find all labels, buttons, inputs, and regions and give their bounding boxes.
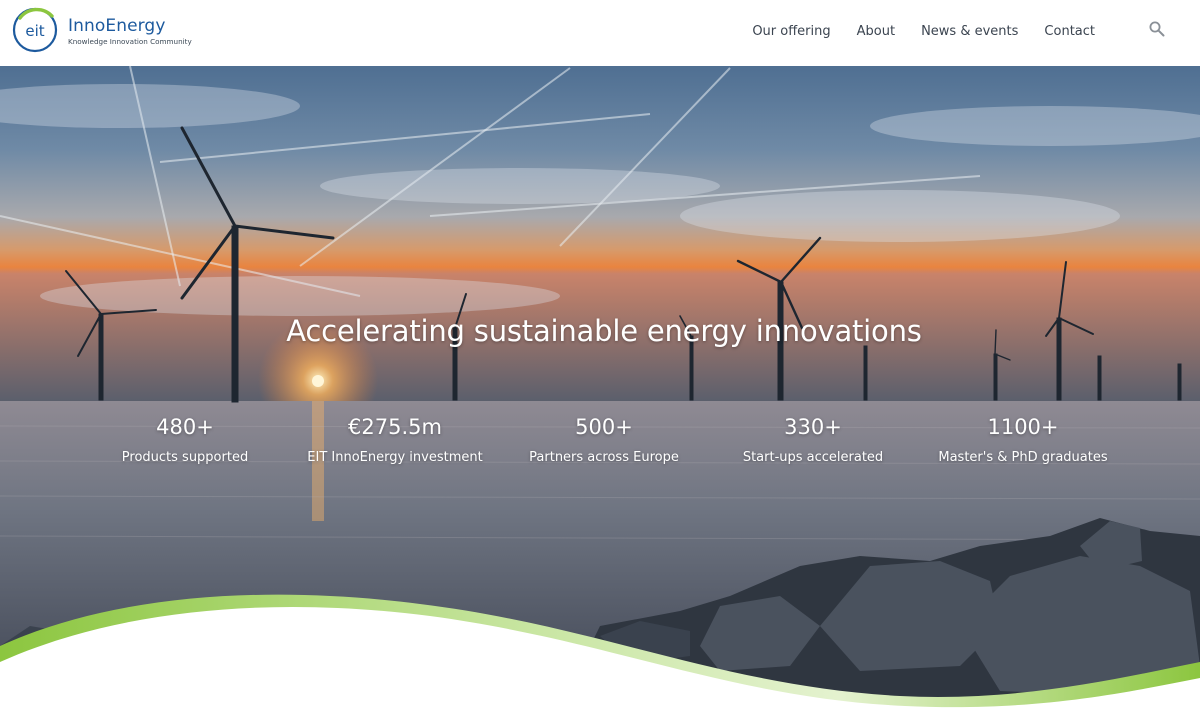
- hero-title: Accelerating sustainable energy innovati…: [286, 314, 922, 348]
- nav-item-about[interactable]: About: [857, 24, 895, 39]
- nav-item-news-events[interactable]: News & events: [921, 24, 1018, 39]
- stat-value: €275.5m: [348, 415, 442, 439]
- hero-section: Accelerating sustainable energy innovati…: [0, 66, 1200, 708]
- nav-item-contact[interactable]: Contact: [1044, 24, 1095, 39]
- stat-label: EIT InnoEnergy investment: [307, 450, 483, 465]
- hero-bottom-wave: [0, 594, 1200, 708]
- site-header: eit InnoEnergy Knowledge Innovation Comm…: [0, 0, 1200, 66]
- stat-products-supported: 480+ Products supported: [75, 412, 295, 465]
- stat-graduates: 1100+ Master's & PhD graduates: [913, 412, 1133, 465]
- stat-startups: 330+ Start-ups accelerated: [703, 412, 923, 465]
- stat-partners: 500+ Partners across Europe: [494, 412, 714, 465]
- stat-label: Partners across Europe: [529, 450, 679, 465]
- logo-tagline: Knowledge Innovation Community: [68, 37, 192, 46]
- logo-name: InnoEnergy: [68, 16, 166, 36]
- search-icon[interactable]: [1148, 20, 1166, 38]
- stat-value: 500+: [575, 415, 633, 439]
- logo-link[interactable]: eit InnoEnergy Knowledge Innovation Comm…: [12, 6, 192, 56]
- main-nav: Our offering About News & events Contact: [752, 0, 1095, 62]
- eit-logo-mark-icon: eit: [12, 7, 58, 53]
- stat-investment: €275.5m EIT InnoEnergy investment: [285, 412, 505, 465]
- stat-value: 480+: [156, 415, 214, 439]
- stat-label: Start-ups accelerated: [742, 450, 884, 465]
- logo-mark-text: eit: [25, 22, 44, 40]
- nav-item-our-offering[interactable]: Our offering: [752, 24, 830, 39]
- stat-value: 1100+: [987, 415, 1059, 439]
- stat-value: 330+: [784, 415, 842, 439]
- stat-label: Master's & PhD graduates: [938, 450, 1108, 465]
- stat-label: Products supported: [121, 450, 249, 465]
